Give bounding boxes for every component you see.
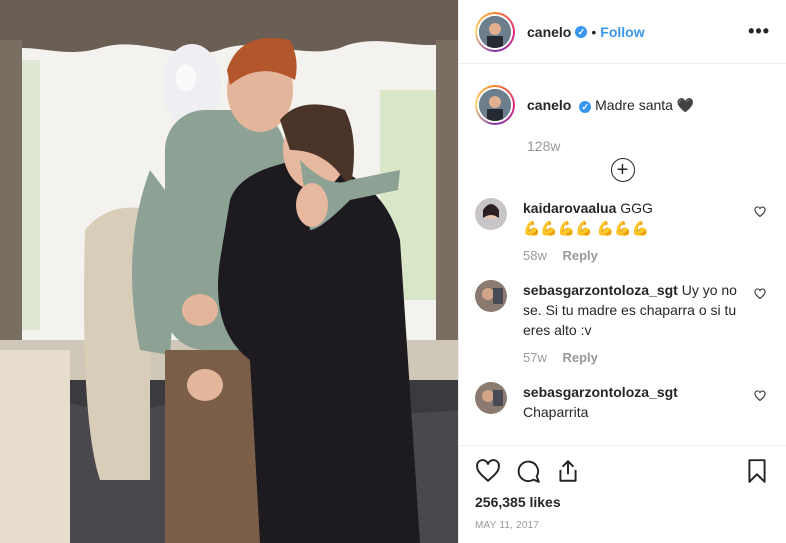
reply-button[interactable]: Reply bbox=[562, 350, 597, 365]
commenter-avatar[interactable] bbox=[475, 382, 507, 414]
comment-body: sebasgarzontoloza_sgt Uy yo no se. Si tu… bbox=[523, 280, 745, 368]
comment-meta: 57w Reply bbox=[523, 348, 745, 368]
comment-like-heart-icon[interactable] bbox=[754, 390, 766, 402]
comment-text: Chaparrita bbox=[523, 404, 589, 420]
comment-username[interactable]: sebasgarzontoloza_sgt bbox=[523, 384, 678, 400]
verified-badge-icon: ✓ bbox=[575, 25, 588, 38]
comment-like-heart-icon[interactable] bbox=[754, 288, 766, 300]
flexed-biceps-emojis: 💪💪💪💪 💪💪💪 bbox=[523, 220, 649, 236]
caption: canelo ✓ Madre santa 🖤 128w bbox=[475, 65, 770, 154]
comments-list[interactable]: canelo ✓ Madre santa 🖤 128w + kaidarovaa… bbox=[459, 65, 786, 445]
comment-item: sebasgarzontoloza_sgt Chaparrita bbox=[475, 382, 770, 422]
share-icon[interactable] bbox=[555, 458, 581, 484]
action-icons bbox=[475, 456, 770, 486]
black-heart-emoji: 🖤 bbox=[676, 97, 695, 113]
comment-item: sebasgarzontoloza_sgt Uy yo no se. Si tu… bbox=[475, 280, 770, 368]
commenter-avatar[interactable] bbox=[475, 198, 507, 230]
comment-username[interactable]: kaidarovaalua bbox=[523, 200, 616, 216]
comment-time[interactable]: 58w bbox=[523, 248, 547, 263]
plus-circle-icon[interactable]: + bbox=[610, 158, 635, 182]
avatar-image bbox=[479, 15, 511, 48]
commenter-avatar[interactable] bbox=[475, 280, 507, 312]
comment-time[interactable]: 57w bbox=[523, 350, 547, 365]
profile-avatar[interactable] bbox=[475, 11, 515, 52]
post-username[interactable]: canelo bbox=[527, 24, 571, 40]
caption-username[interactable]: canelo bbox=[527, 97, 571, 113]
comment-username[interactable]: sebasgarzontoloza_sgt bbox=[523, 282, 678, 298]
comment-item: kaidarovaalua GGG 💪💪💪💪 💪💪💪 58w Reply bbox=[475, 198, 770, 266]
caption-time[interactable]: 128w bbox=[527, 138, 694, 154]
comment-icon[interactable] bbox=[515, 458, 541, 484]
caption-avatar[interactable] bbox=[475, 85, 515, 125]
post-image bbox=[0, 0, 458, 543]
heart-icon[interactable] bbox=[475, 458, 501, 484]
post-photo[interactable] bbox=[0, 0, 458, 543]
verified-badge-icon: ✓ bbox=[579, 101, 592, 113]
post-date[interactable]: MAY 11, 2017 bbox=[475, 520, 770, 531]
post-actions: 256,385 likes MAY 11, 2017 bbox=[459, 445, 786, 531]
avatar-frame bbox=[477, 87, 513, 123]
comment-like-heart-icon[interactable] bbox=[754, 206, 766, 218]
load-more-comments[interactable]: + bbox=[475, 158, 770, 182]
follow-button[interactable]: Follow bbox=[600, 24, 644, 40]
comment-body: sebasgarzontoloza_sgt Chaparrita bbox=[523, 382, 745, 422]
post-side-panel: canelo ✓ • Follow ••• canelo ✓ Madre san… bbox=[458, 0, 786, 543]
comment-meta: 58w Reply bbox=[523, 246, 745, 266]
avatar-frame bbox=[477, 13, 513, 50]
separator-dot: • bbox=[591, 23, 597, 40]
likes-count[interactable]: 256,385 likes bbox=[475, 494, 770, 510]
reply-button[interactable]: Reply bbox=[562, 248, 597, 263]
post-header: canelo ✓ • Follow ••• bbox=[459, 0, 786, 64]
bookmark-icon[interactable] bbox=[744, 458, 770, 484]
comment-text: GGG bbox=[620, 200, 653, 216]
caption-text: Madre santa bbox=[595, 97, 673, 113]
more-options-icon[interactable]: ••• bbox=[748, 21, 770, 42]
caption-text-block: canelo ✓ Madre santa 🖤 128w bbox=[527, 85, 694, 154]
comment-body: kaidarovaalua GGG 💪💪💪💪 💪💪💪 58w Reply bbox=[523, 198, 745, 266]
avatar-image bbox=[479, 89, 511, 121]
